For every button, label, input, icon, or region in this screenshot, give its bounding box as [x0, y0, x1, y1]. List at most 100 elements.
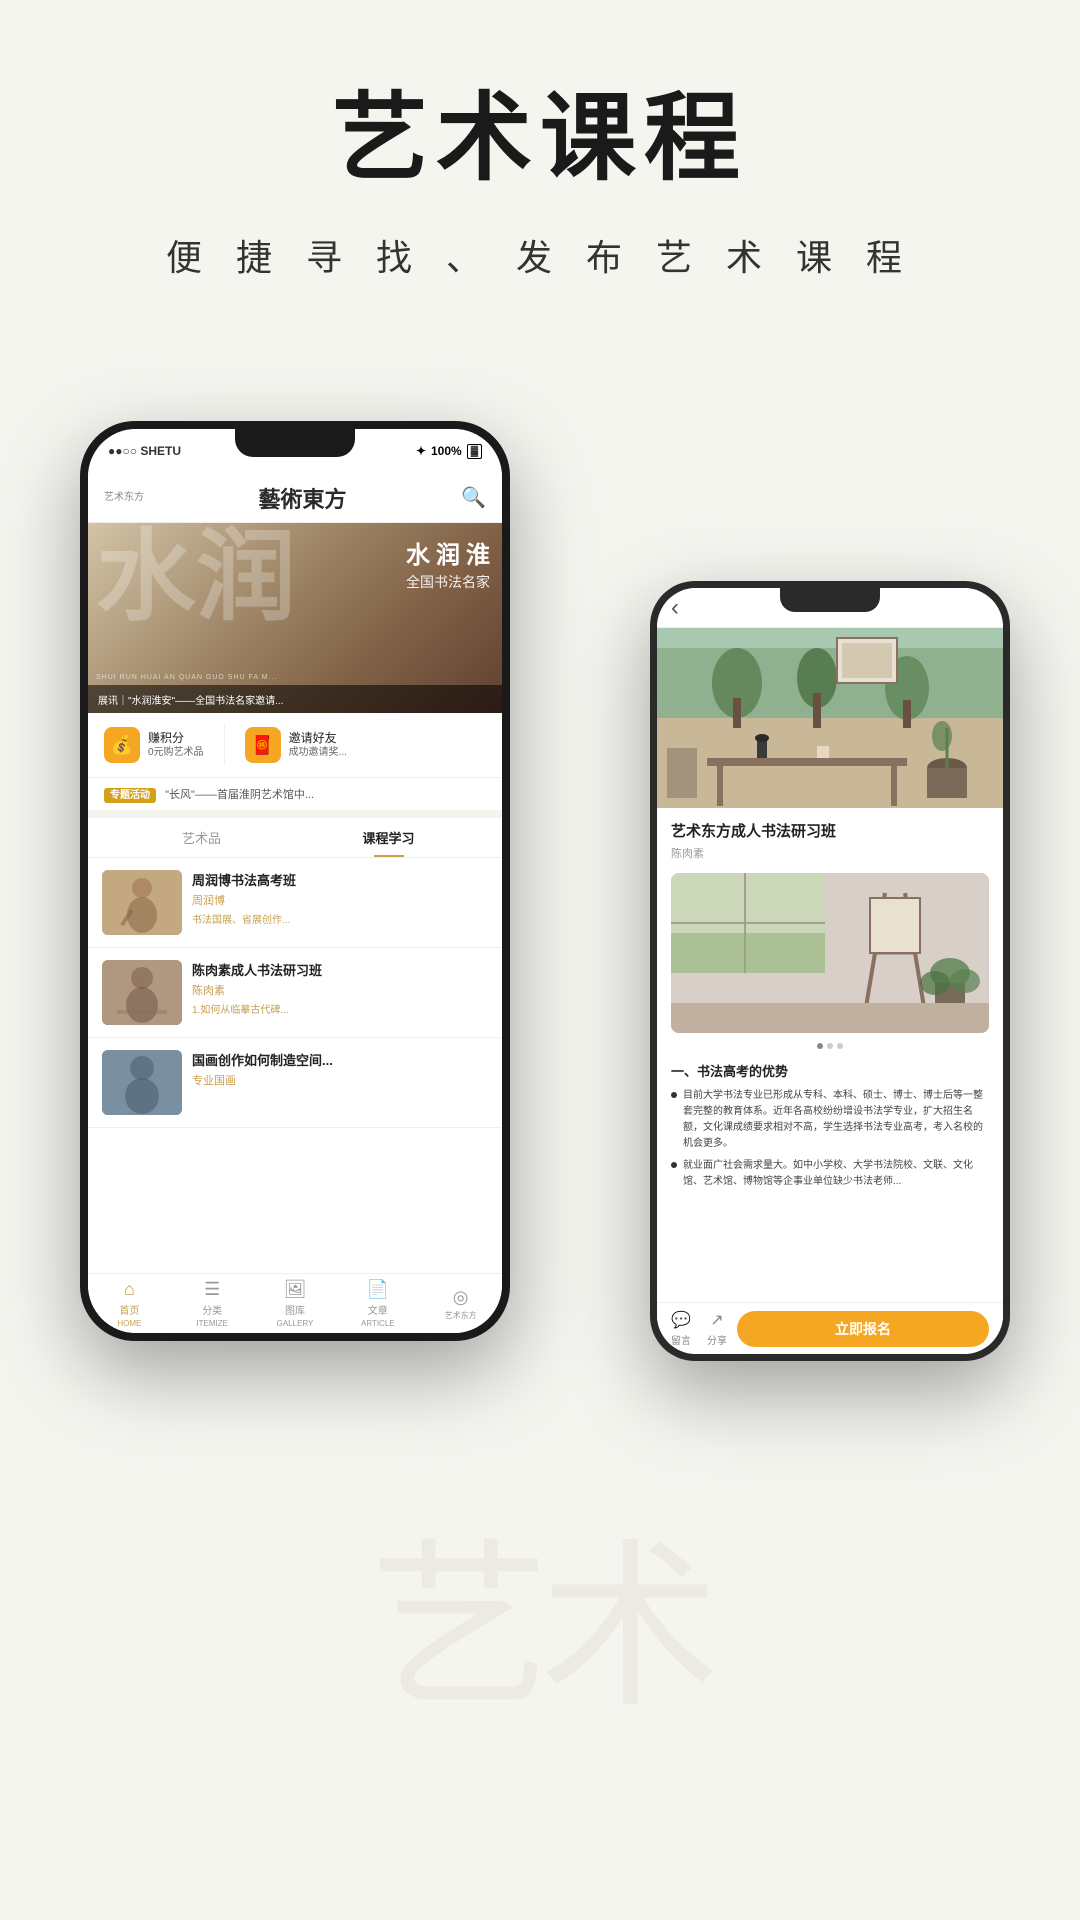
course-list: 周润博书法高考班 周润博 书法国展、省展创作... — [88, 858, 502, 1273]
detail-hero-image — [657, 628, 1003, 808]
dot-3 — [837, 1043, 843, 1049]
dot-2 — [827, 1043, 833, 1049]
banner-calligraphy-art: 水润 — [96, 528, 296, 628]
course-item-3[interactable]: 国画创作如何制造空间... 专业国画 — [88, 1038, 502, 1128]
back-button[interactable]: ‹ — [671, 594, 679, 622]
nav-gallery-label: 图库 — [285, 1302, 305, 1317]
profile-icon: ◎ — [453, 1287, 469, 1308]
share-action[interactable]: ↗ 分享 — [707, 1310, 727, 1347]
course-item-2[interactable]: 陈肉素成人书法研习班 陈肉素 1.如何从临摹古代碑... — [88, 948, 502, 1038]
app-banner[interactable]: 水润 水 润 淮 全国书法名家 SHUI RUN HUAI AN QUAN GU… — [88, 523, 502, 713]
course-item-1[interactable]: 周润博书法高考班 周润博 书法国展、省展创作... — [88, 858, 502, 948]
nav-home-label: 首页 — [119, 1302, 139, 1317]
phones-container: ●●○○ SHETU 9:30 AM ✦ 100% ▓ 艺术东方 藝 — [50, 341, 1030, 1621]
special-event-tag: 专题活动 — [104, 788, 156, 803]
image-dots — [671, 1043, 989, 1049]
invite-icon: 🧧 — [245, 727, 281, 763]
home-icon: ⌂ — [124, 1279, 135, 1300]
dot-1 — [817, 1043, 823, 1049]
course-thumb-3 — [102, 1050, 182, 1115]
battery-status: ✦ 100% ▓ — [416, 444, 482, 459]
bullet-1: 目前大学书法专业已形成从专科、本科、硕士、博士、博士后等一整套完整的教育体系。近… — [671, 1088, 989, 1152]
divider — [224, 725, 225, 765]
quick-actions-row: 💰 赚积分 0元购艺术品 🧧 邀请好友 成功邀请奖... — [88, 713, 502, 778]
message-label: 留言 — [671, 1332, 691, 1347]
right-phone-notch — [780, 588, 880, 612]
bottom-action-icons: 💬 留言 ↗ 分享 — [671, 1310, 727, 1347]
gallery-icon: 🖼 — [284, 1279, 307, 1300]
tab-artwork[interactable]: 艺术品 — [108, 818, 295, 857]
left-phone-screen: ●●○○ SHETU 9:30 AM ✦ 100% ▓ 艺术东方 藝 — [88, 429, 502, 1333]
app-logo-main-text: 藝術東方 — [259, 482, 347, 514]
earn-text: 赚积分 0元购艺术品 — [148, 731, 204, 760]
right-phone-mockup: ‹ — [650, 581, 1010, 1361]
earn-icon: 💰 — [104, 727, 140, 763]
search-icon[interactable]: 🔍 — [461, 485, 486, 510]
nav-home[interactable]: ⌂ 首页 HOME — [88, 1279, 171, 1328]
course-author-2: 陈肉素 — [192, 982, 488, 998]
page-title: 艺术课程 — [332, 60, 748, 199]
share-icon: ↗ — [710, 1310, 723, 1330]
course-thumb-2 — [102, 960, 182, 1025]
nav-itemize-sublabel: ITEMIZE — [196, 1319, 228, 1328]
right-phone-screen: ‹ — [657, 588, 1003, 1354]
app-header: 艺术东方 藝術東方 🔍 — [88, 473, 502, 523]
itemize-icon: ☰ — [204, 1279, 220, 1300]
register-button[interactable]: 立即报名 — [737, 1311, 989, 1347]
course-info-2: 陈肉素成人书法研习班 陈肉素 1.如何从临摹古代碑... — [192, 960, 488, 1025]
detail-course-author: 陈肉素 — [671, 845, 989, 861]
app-logo: 艺术东方 — [104, 492, 144, 503]
content-tabs: 艺术品 课程学习 — [88, 818, 502, 858]
bluetooth-icon: ✦ — [416, 444, 426, 458]
invite-text: 邀请好友 成功邀请奖... — [289, 731, 347, 760]
battery-text: 100% — [431, 444, 462, 458]
banner-caption: 展讯｜"水润淮安"——全国书法名家邀请... — [88, 685, 502, 713]
course-desc-2: 1.如何从临摹古代碑... — [192, 1001, 488, 1016]
course-title-3: 国画创作如何制造空间... — [192, 1050, 488, 1069]
course-info-1: 周润博书法高考班 周润博 书法国展、省展创作... — [192, 870, 488, 935]
bullet-dot-2 — [671, 1162, 677, 1168]
banner-title: 水 润 淮 全国书法名家 — [406, 535, 490, 592]
quick-action-invite[interactable]: 🧧 邀请好友 成功邀请奖... — [245, 727, 347, 763]
detail-course-thumb — [671, 873, 989, 1033]
bottom-navigation: ⌂ 首页 HOME ☰ 分类 ITEMIZE 🖼 图库 GALLERY — [88, 1273, 502, 1333]
message-icon: 💬 — [671, 1310, 691, 1330]
course-desc-1: 书法国展、省展创作... — [192, 911, 488, 926]
course-info-3: 国画创作如何制造空间... 专业国画 — [192, 1050, 488, 1115]
phone-notch — [235, 429, 355, 457]
battery-icon: ▓ — [467, 444, 482, 459]
section-1-title: 一、书法高考的优势 — [671, 1061, 989, 1080]
course-author-3: 专业国画 — [192, 1072, 488, 1088]
nav-gallery[interactable]: 🖼 图库 GALLERY — [254, 1279, 337, 1328]
nav-article[interactable]: 📄 文章 ARTICLE — [336, 1279, 419, 1328]
course-title-2: 陈肉素成人书法研习班 — [192, 960, 488, 979]
article-icon: 📄 — [367, 1279, 389, 1300]
app-logo-small-text: 艺术东方 — [104, 492, 144, 503]
message-action[interactable]: 💬 留言 — [671, 1310, 691, 1347]
detail-bottom-bar: 💬 留言 ↗ 分享 立即报名 — [657, 1302, 1003, 1354]
left-phone-mockup: ●●○○ SHETU 9:30 AM ✦ 100% ▓ 艺术东方 藝 — [80, 421, 510, 1341]
bullet-text-1: 目前大学书法专业已形成从专科、本科、硕士、博士、博士后等一整套完整的教育体系。近… — [683, 1088, 989, 1152]
bullet-dot-1 — [671, 1092, 677, 1098]
bullet-text-2: 就业面广社会需求量大。如中小学校、大学书法院校、文联、文化馆、艺术馆、博物馆等企… — [683, 1158, 989, 1190]
carrier-text: ●●○○ SHETU — [108, 444, 181, 458]
nav-home-sublabel: HOME — [117, 1319, 141, 1328]
quick-action-earn[interactable]: 💰 赚积分 0元购艺术品 — [104, 727, 204, 763]
course-thumb-1 — [102, 870, 182, 935]
tab-courses[interactable]: 课程学习 — [295, 818, 482, 857]
nav-profile[interactable]: ◎ 艺术东方 — [419, 1287, 502, 1321]
course-title-1: 周润博书法高考班 — [192, 870, 488, 889]
share-label: 分享 — [707, 1332, 727, 1347]
special-event-bar[interactable]: 专题活动 "长风"——首届淮阴艺术馆中... — [88, 778, 502, 818]
nav-itemize-label: 分类 — [202, 1302, 222, 1317]
detail-content-area: 艺术东方成人书法研习班 陈肉素 — [657, 808, 1003, 1354]
special-event-text: "长风"——首届淮阴艺术馆中... — [165, 789, 314, 801]
detail-info: 艺术东方成人书法研习班 陈肉素 — [657, 808, 1003, 1208]
nav-profile-label: 艺术东方 — [445, 1310, 477, 1321]
banner-pinyin: SHUI RUN HUAI AN QUAN GUO SHU FA M... — [96, 674, 277, 681]
nav-article-label: 文章 — [368, 1302, 388, 1317]
nav-itemize[interactable]: ☰ 分类 ITEMIZE — [171, 1279, 254, 1328]
page-wrapper: 艺术课程 便 捷 寻 找 、 发 布 艺 术 课 程 ●●○○ SHETU 9:… — [0, 0, 1080, 1621]
page-subtitle: 便 捷 寻 找 、 发 布 艺 术 课 程 — [166, 229, 914, 281]
register-btn-label: 立即报名 — [835, 1319, 891, 1339]
